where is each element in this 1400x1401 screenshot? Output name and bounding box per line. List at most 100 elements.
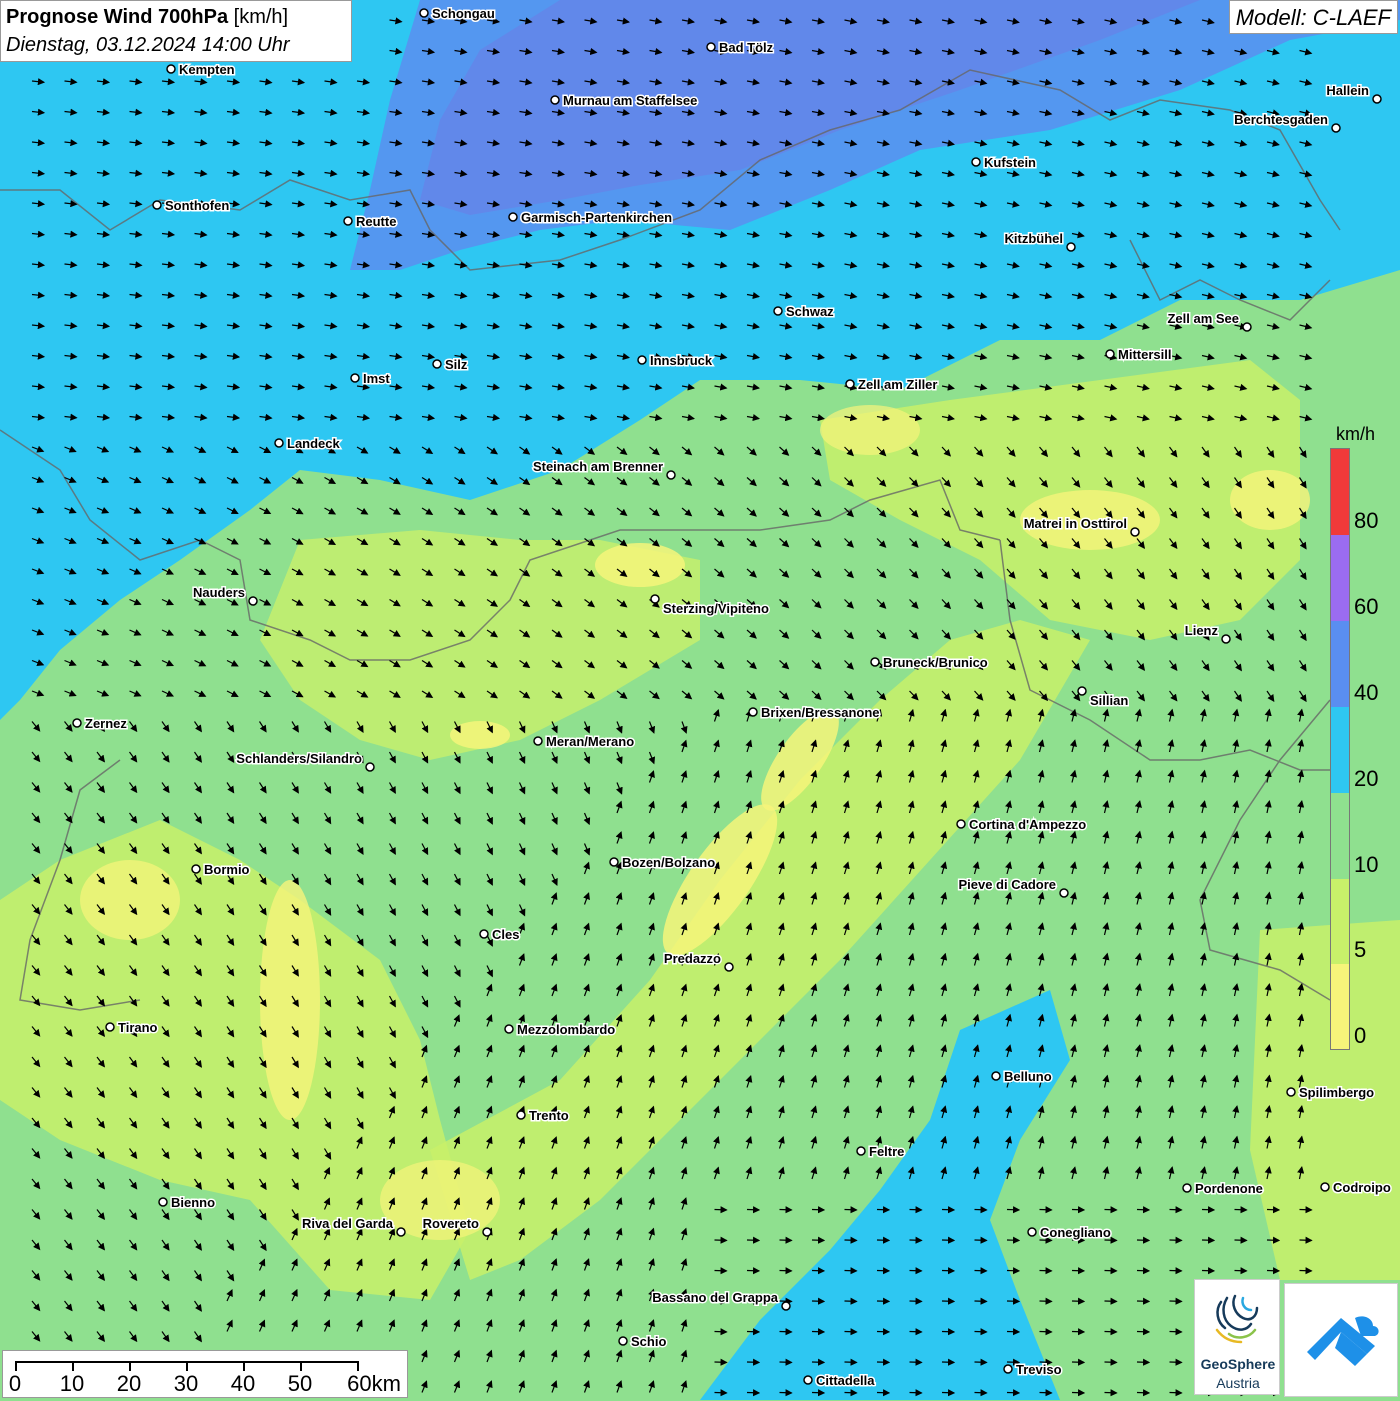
scale-tick — [186, 1361, 188, 1371]
forecast-datetime: Dienstag, 03.12.2024 14:00 Uhr — [6, 31, 346, 59]
city-dot — [957, 820, 965, 828]
city-label: Sonthofen — [165, 198, 229, 213]
city-label: Riva del Garda — [302, 1216, 394, 1231]
city-dot — [1183, 1184, 1191, 1192]
city-label: Reutte — [356, 214, 396, 229]
city-label: Hallein — [1326, 83, 1369, 98]
geosphere-emblem-icon — [1195, 1280, 1281, 1354]
cloud-arrow-icon — [1285, 1284, 1397, 1396]
city-dot — [651, 595, 659, 603]
city-marker: Bozen/Bolzano — [610, 855, 715, 870]
city-label: Zell am See — [1167, 311, 1239, 326]
city-dot — [774, 307, 782, 315]
city-label: Bienno — [171, 1195, 215, 1210]
city-marker: Cortina d'Ampezzo — [957, 817, 1086, 832]
city-label: Mittersill — [1118, 347, 1171, 362]
city-label: Cles — [492, 927, 519, 942]
legend-tick-label: 40 — [1354, 680, 1378, 706]
city-label: Pordenone — [1195, 1181, 1263, 1196]
city-label: Zernez — [85, 716, 127, 731]
legend-segment-10-20 — [1331, 793, 1349, 879]
city-label: Matrei in Osttirol — [1024, 516, 1127, 531]
city-label: Berchtesgaden — [1234, 112, 1328, 127]
scale-tick — [72, 1361, 74, 1371]
city-dot — [804, 1376, 812, 1384]
city-dot — [480, 930, 488, 938]
city-dot — [1067, 243, 1075, 251]
city-label: Steinach am Brenner — [533, 459, 663, 474]
title-box: Prognose Wind 700hPa [km/h] Dienstag, 03… — [0, 0, 352, 62]
city-label: Sterzing/Vipiteno — [663, 601, 769, 616]
city-dot — [846, 380, 854, 388]
city-marker: Sonthofen — [153, 198, 229, 213]
city-marker: Meran/Merano — [534, 734, 634, 749]
city-dot — [397, 1228, 405, 1236]
city-dot — [972, 158, 980, 166]
city-label: Innsbruck — [650, 353, 713, 368]
city-marker: Bruneck/Brunico — [871, 655, 988, 670]
city-label: Schio — [631, 1334, 666, 1349]
city-label: Rovereto — [423, 1216, 479, 1231]
city-label: Predazzo — [664, 951, 721, 966]
city-label: Silz — [445, 357, 468, 372]
geosphere-sub: Austria — [1195, 1375, 1281, 1391]
city-marker: Murnau am Staffelsee — [551, 93, 697, 108]
city-dot — [667, 471, 675, 479]
geosphere-name: GeoSphere — [1195, 1356, 1281, 1372]
city-marker: Zell am Ziller — [846, 377, 937, 392]
city-dot — [509, 213, 517, 221]
legend-segment-5-10 — [1331, 879, 1349, 964]
city-dot — [275, 439, 283, 447]
city-label: Treviso — [1016, 1362, 1062, 1377]
city-marker: Garmisch-Partenkirchen — [509, 210, 672, 225]
city-label: Conegliano — [1040, 1225, 1111, 1240]
city-label: Bozen/Bolzano — [622, 855, 715, 870]
weather-app-logo[interactable] — [1284, 1283, 1398, 1397]
city-label: Schlanders/Silandro — [236, 751, 362, 766]
city-marker: Innsbruck — [638, 353, 713, 368]
city-dot — [707, 43, 715, 51]
legend-segment-20-40 — [1331, 707, 1349, 793]
scale-tick — [357, 1361, 359, 1371]
legend-segment-0-5 — [1331, 964, 1349, 1049]
city-dot — [638, 356, 646, 364]
map-title-main: Prognose Wind 700hPa — [6, 6, 228, 28]
scale-label: 40 — [231, 1371, 255, 1397]
city-dot — [505, 1025, 513, 1033]
city-label: Cittadella — [816, 1373, 875, 1388]
city-dot — [420, 9, 428, 17]
geosphere-logo[interactable]: GeoSphere Austria — [1194, 1279, 1280, 1395]
city-marker: Brixen/Bressanone — [749, 705, 880, 720]
city-label: Feltre — [869, 1144, 904, 1159]
legend-tick-label: 20 — [1354, 766, 1378, 792]
scale-tick — [129, 1361, 131, 1371]
city-dot — [1243, 323, 1251, 331]
scale-label: 60km — [347, 1371, 401, 1397]
city-dot — [106, 1023, 114, 1031]
city-dot — [551, 96, 559, 104]
city-label: Bormio — [204, 862, 250, 877]
city-dot — [1078, 687, 1086, 695]
map-title-unit: [km/h] — [234, 6, 288, 28]
city-dot — [433, 360, 441, 368]
city-marker: Conegliano — [1028, 1225, 1111, 1240]
city-dot — [1332, 124, 1340, 132]
legend-tick-label: 10 — [1354, 852, 1378, 878]
city-dot — [749, 708, 757, 716]
city-marker: Pordenone — [1183, 1181, 1263, 1196]
city-dot — [1373, 95, 1381, 103]
city-label: Bad Tölz — [719, 40, 774, 55]
city-label: Brixen/Bressanone — [761, 705, 880, 720]
city-dot — [167, 65, 175, 73]
model-label: Modell: C-LAEF — [1229, 0, 1398, 34]
city-dot — [366, 763, 374, 771]
city-label: Trento — [529, 1108, 569, 1123]
city-dot — [1287, 1088, 1295, 1096]
city-dot — [249, 597, 257, 605]
legend-segment-60-80 — [1331, 535, 1349, 621]
city-label: Landeck — [287, 436, 341, 451]
city-label: Pieve di Cadore — [958, 877, 1056, 892]
city-dot — [517, 1111, 525, 1119]
city-dot — [857, 1147, 865, 1155]
city-marker: Schongau — [420, 6, 495, 21]
